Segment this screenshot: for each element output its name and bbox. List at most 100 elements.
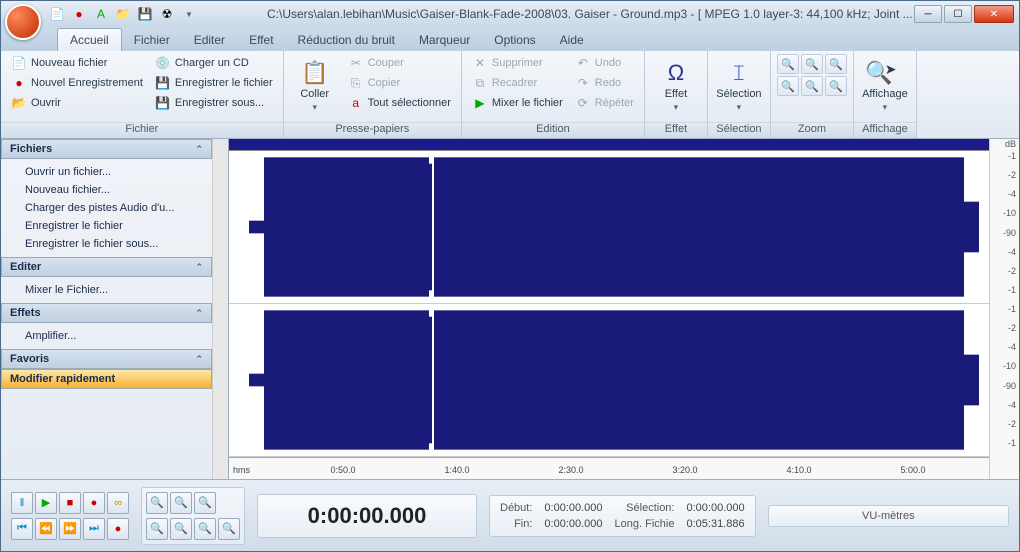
sp-item-charger[interactable]: Charger des pistes Audio d'u... [1, 199, 212, 217]
sp-item-ouvrir[interactable]: Ouvrir un fichier... [1, 163, 212, 181]
zoom-reset-button[interactable]: 🔍 [218, 518, 240, 540]
record-icon[interactable]: ● [71, 6, 87, 22]
sp-fichiers-header[interactable]: Fichiers⌃ [1, 139, 212, 159]
sp-favoris-header[interactable]: Favoris⌃ [1, 349, 212, 369]
effet-button[interactable]: ΩEffet▾ [651, 54, 701, 119]
charger-cd-button[interactable]: 💿Charger un CD [151, 54, 277, 72]
new-icon[interactable]: 📄 [49, 6, 65, 22]
timecode-display: 0:00:00.000 [257, 494, 477, 538]
affichage-button[interactable]: 🔍➤Affichage▾ [860, 54, 910, 119]
zoom-sel2-button[interactable]: 🔍 [194, 492, 216, 514]
zoom-in2-button[interactable]: 🔍 [146, 492, 168, 514]
ruler-tick: 5:00.0 [900, 465, 925, 475]
sp-editer-header[interactable]: Editer⌃ [1, 257, 212, 277]
forward-button[interactable]: ⏩ [59, 518, 81, 540]
sp-item-enreg[interactable]: Enregistrer le fichier [1, 217, 212, 235]
ribbon-tabs: Accueil Fichier Editer Effet Réduction d… [1, 27, 1019, 51]
tout-selectionner-button[interactable]: aTout sélectionner [344, 94, 455, 112]
copier-button[interactable]: ⎘Copier [344, 74, 455, 92]
save-icon[interactable]: 💾 [137, 6, 153, 22]
ouvrir-button[interactable]: 📂Ouvrir [7, 94, 147, 112]
sp-item-enregs[interactable]: Enregistrer le fichier sous... [1, 235, 212, 253]
sp-modifier-header[interactable]: Modifier rapidement [1, 369, 212, 389]
selection-button[interactable]: 𝙸Sélection▾ [714, 54, 764, 119]
loop-button[interactable]: ∞ [107, 492, 129, 514]
zoom-in-button[interactable]: 🔍 [777, 54, 799, 74]
ruler-tick: 4:10.0 [786, 465, 811, 475]
group-affichage-label: Affichage [854, 122, 916, 138]
ruler-tick: 3:20.0 [672, 465, 697, 475]
timeline-bar[interactable] [229, 139, 989, 151]
zoom-fit2-button[interactable]: 🔍 [146, 518, 168, 540]
tab-effet[interactable]: Effet [237, 29, 285, 51]
pause-button[interactable]: ‖ [11, 492, 33, 514]
group-fichier-label: Fichier [1, 122, 283, 138]
goto-start-button[interactable]: ⏮ [11, 518, 33, 540]
tab-reduction[interactable]: Réduction du bruit [286, 29, 407, 51]
nouvel-enreg-button[interactable]: ●Nouvel Enregistrement [7, 74, 147, 92]
enregistrer-button[interactable]: 💾Enregistrer le fichier [151, 74, 277, 92]
zoom-v-button[interactable]: 🔍 [801, 76, 823, 96]
group-effet-label: Effet [645, 122, 707, 138]
ribbon: 📄Nouveau fichier ●Nouvel Enregistrement … [1, 51, 1019, 139]
text-icon[interactable]: A [93, 6, 109, 22]
mixer-button[interactable]: ▶Mixer le fichier [468, 94, 567, 112]
ruler-tick: 1:40.0 [444, 465, 469, 475]
waveform-right[interactable] [229, 304, 989, 457]
tab-options[interactable]: Options [482, 29, 547, 51]
side-panel: Fichiers⌃ Ouvrir un fichier... Nouveau f… [1, 139, 229, 479]
tab-accueil[interactable]: Accueil [57, 28, 122, 51]
record-button[interactable]: ● [83, 492, 105, 514]
zoom-sel-button[interactable]: 🔍 [825, 54, 847, 74]
sp-item-mixer[interactable]: Mixer le Fichier... [1, 281, 212, 299]
folder-icon[interactable]: 📁 [115, 6, 131, 22]
repeter-button[interactable]: ⟳Répéter [571, 94, 638, 112]
app-orb-button[interactable] [5, 4, 41, 40]
minimize-button[interactable]: ─ [914, 5, 942, 23]
goto-end-button[interactable]: ⏭ [83, 518, 105, 540]
supprimer-button[interactable]: ✕Supprimer [468, 54, 567, 72]
group-zoom-label: Zoom [771, 122, 853, 138]
zoom-v2-button[interactable]: 🔍 [170, 518, 192, 540]
effect-icon[interactable]: ☢ [159, 6, 175, 22]
stop-button[interactable]: ■ [59, 492, 81, 514]
enregistrer-sous-button[interactable]: 💾Enregistrer sous... [151, 94, 277, 112]
ruler-unit: hms [233, 465, 250, 475]
sidepanel-scrollbar[interactable] [212, 139, 228, 479]
group-presse-label: Presse-papiers [284, 122, 461, 138]
waveform-left[interactable] [229, 151, 989, 304]
tab-fichier[interactable]: Fichier [122, 29, 182, 51]
group-edition-label: Edition [462, 122, 644, 138]
quick-access-toolbar: 📄 ● A 📁 💾 ☢ ▼ C:\Users\alan.lebihan\Musi… [1, 1, 1019, 27]
play-button[interactable]: ▶ [35, 492, 57, 514]
sp-item-amplifier[interactable]: Amplifier... [1, 327, 212, 345]
dropdown-icon[interactable]: ▼ [181, 6, 197, 22]
tab-aide[interactable]: Aide [548, 29, 596, 51]
maximize-button[interactable]: ☐ [944, 5, 972, 23]
selection-info: Début:0:00:00.000 Sélection:0:00:00.000 … [489, 495, 756, 537]
zoom-fit-button[interactable]: 🔍 [777, 76, 799, 96]
sp-item-nouveau[interactable]: Nouveau fichier... [1, 181, 212, 199]
record2-button[interactable]: ● [107, 518, 129, 540]
vu-meters: VU-mètres [768, 505, 1009, 527]
couper-button[interactable]: ✂Couper [344, 54, 455, 72]
close-button[interactable]: ✕ [974, 5, 1014, 23]
db-scale: dB -1-2-4-10-90-4-2-1 -1-2-4-10-90-4-2-1 [989, 139, 1019, 479]
nouveau-fichier-button[interactable]: 📄Nouveau fichier [7, 54, 147, 72]
recadrer-button[interactable]: ⧉Recadrer [468, 74, 567, 92]
zoom-out2-button[interactable]: 🔍 [170, 492, 192, 514]
sp-effets-header[interactable]: Effets⌃ [1, 303, 212, 323]
zoom-h-button[interactable]: 🔍 [825, 76, 847, 96]
tab-marqueur[interactable]: Marqueur [407, 29, 482, 51]
rewind-button[interactable]: ⏪ [35, 518, 57, 540]
waveform-view: hms 0:50.0 1:40.0 2:30.0 3:20.0 4:10.0 5… [229, 139, 1019, 479]
zoom-out-button[interactable]: 🔍 [801, 54, 823, 74]
time-ruler[interactable]: hms 0:50.0 1:40.0 2:30.0 3:20.0 4:10.0 5… [229, 457, 989, 479]
coller-button[interactable]: 📋Coller▾ [290, 54, 340, 119]
redo-button[interactable]: ↷Redo [571, 74, 638, 92]
tab-editer[interactable]: Editer [182, 29, 237, 51]
undo-button[interactable]: ↶Undo [571, 54, 638, 72]
zoom-h2-button[interactable]: 🔍 [194, 518, 216, 540]
group-selection-label: Sélection [708, 122, 770, 138]
bottom-bar: ‖ ▶ ■ ● ∞ ⏮ ⏪ ⏩ ⏭ ● 🔍 🔍 🔍 🔍 🔍 [1, 479, 1019, 551]
